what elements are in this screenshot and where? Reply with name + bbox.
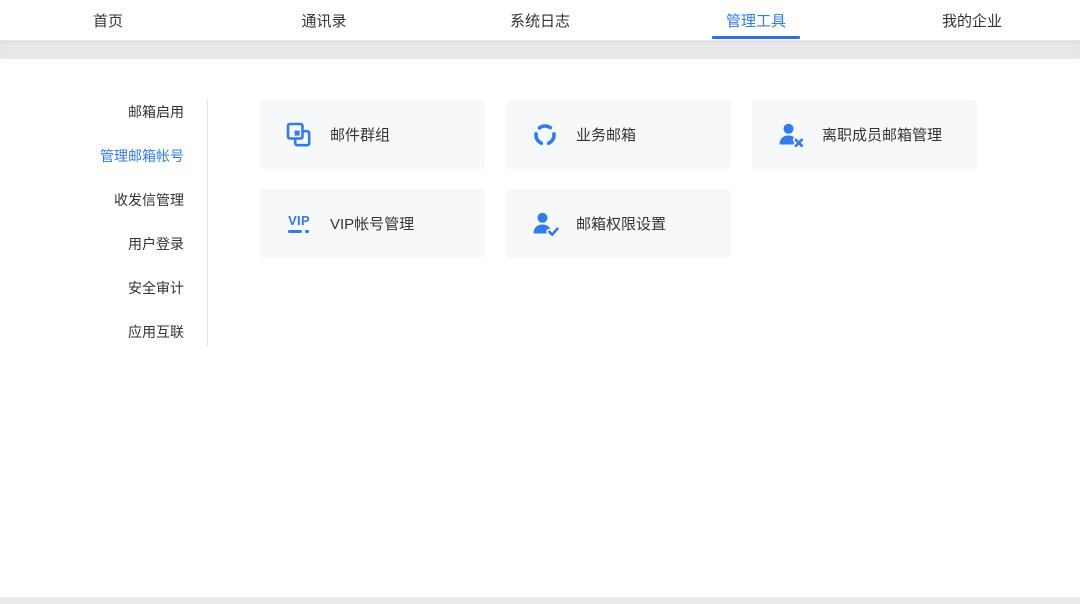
group-icon	[285, 121, 313, 149]
sidebar-item-user-login[interactable]: 用户登录	[0, 222, 208, 266]
tab-active-underline	[712, 36, 800, 39]
user-x-icon	[777, 121, 805, 149]
card-business-mailbox[interactable]: 业务邮箱	[506, 100, 731, 169]
header-gray-band	[0, 41, 1080, 59]
sidebar: 邮箱启用 管理邮箱帐号 收发信管理 用户登录 安全审计 应用互联	[0, 59, 208, 597]
card-label: 离职成员邮箱管理	[822, 124, 942, 145]
tab-label: 系统日志	[510, 10, 570, 31]
vip-icon: VIP	[285, 210, 313, 238]
tool-cards-grid: 邮件群组 业务邮箱	[260, 100, 977, 258]
vip-icon-underline	[288, 230, 309, 233]
card-label: 邮箱权限设置	[576, 213, 666, 234]
sidebar-item-app-interconnect[interactable]: 应用互联	[0, 310, 208, 354]
sidebar-item-send-receive-management[interactable]: 收发信管理	[0, 178, 208, 222]
card-label: 邮件群组	[330, 124, 390, 145]
tab-label: 首页	[93, 10, 123, 31]
sidebar-item-mailbox-enable[interactable]: 邮箱启用	[0, 90, 208, 134]
tab-label: 我的企业	[942, 10, 1002, 31]
cycle-icon	[531, 121, 559, 149]
content-area: 邮件群组 业务邮箱	[208, 59, 977, 597]
vip-icon-text: VIP	[288, 214, 310, 227]
tab-contacts[interactable]: 通讯录	[216, 0, 432, 40]
user-check-icon	[531, 210, 559, 238]
card-departed-member-mailbox[interactable]: 离职成员邮箱管理	[752, 100, 977, 169]
card-label: 业务邮箱	[576, 124, 636, 145]
sidebar-menu: 邮箱启用 管理邮箱帐号 收发信管理 用户登录 安全审计 应用互联	[0, 90, 208, 354]
sidebar-item-security-audit[interactable]: 安全审计	[0, 266, 208, 310]
tab-label: 通讯录	[301, 10, 346, 31]
card-label: VIP帐号管理	[330, 213, 414, 234]
sidebar-divider	[207, 100, 208, 346]
tab-admin-tools[interactable]: 管理工具	[648, 0, 864, 40]
top-nav: 首页 通讯录 系统日志 管理工具 我的企业	[0, 0, 1080, 41]
card-mail-groups[interactable]: 邮件群组	[260, 100, 485, 169]
sidebar-item-manage-mailbox-accounts[interactable]: 管理邮箱帐号	[0, 134, 208, 178]
card-vip-account-management[interactable]: VIP VIP帐号管理	[260, 189, 485, 258]
footer-gray-band	[0, 597, 1080, 604]
tab-home[interactable]: 首页	[0, 0, 216, 40]
tab-system-logs[interactable]: 系统日志	[432, 0, 648, 40]
card-mailbox-permission-settings[interactable]: 邮箱权限设置	[506, 189, 731, 258]
tab-my-enterprise[interactable]: 我的企业	[864, 0, 1080, 40]
main-panel: 邮箱启用 管理邮箱帐号 收发信管理 用户登录 安全审计 应用互联 邮件群组	[0, 59, 1080, 597]
tab-label: 管理工具	[726, 10, 786, 31]
